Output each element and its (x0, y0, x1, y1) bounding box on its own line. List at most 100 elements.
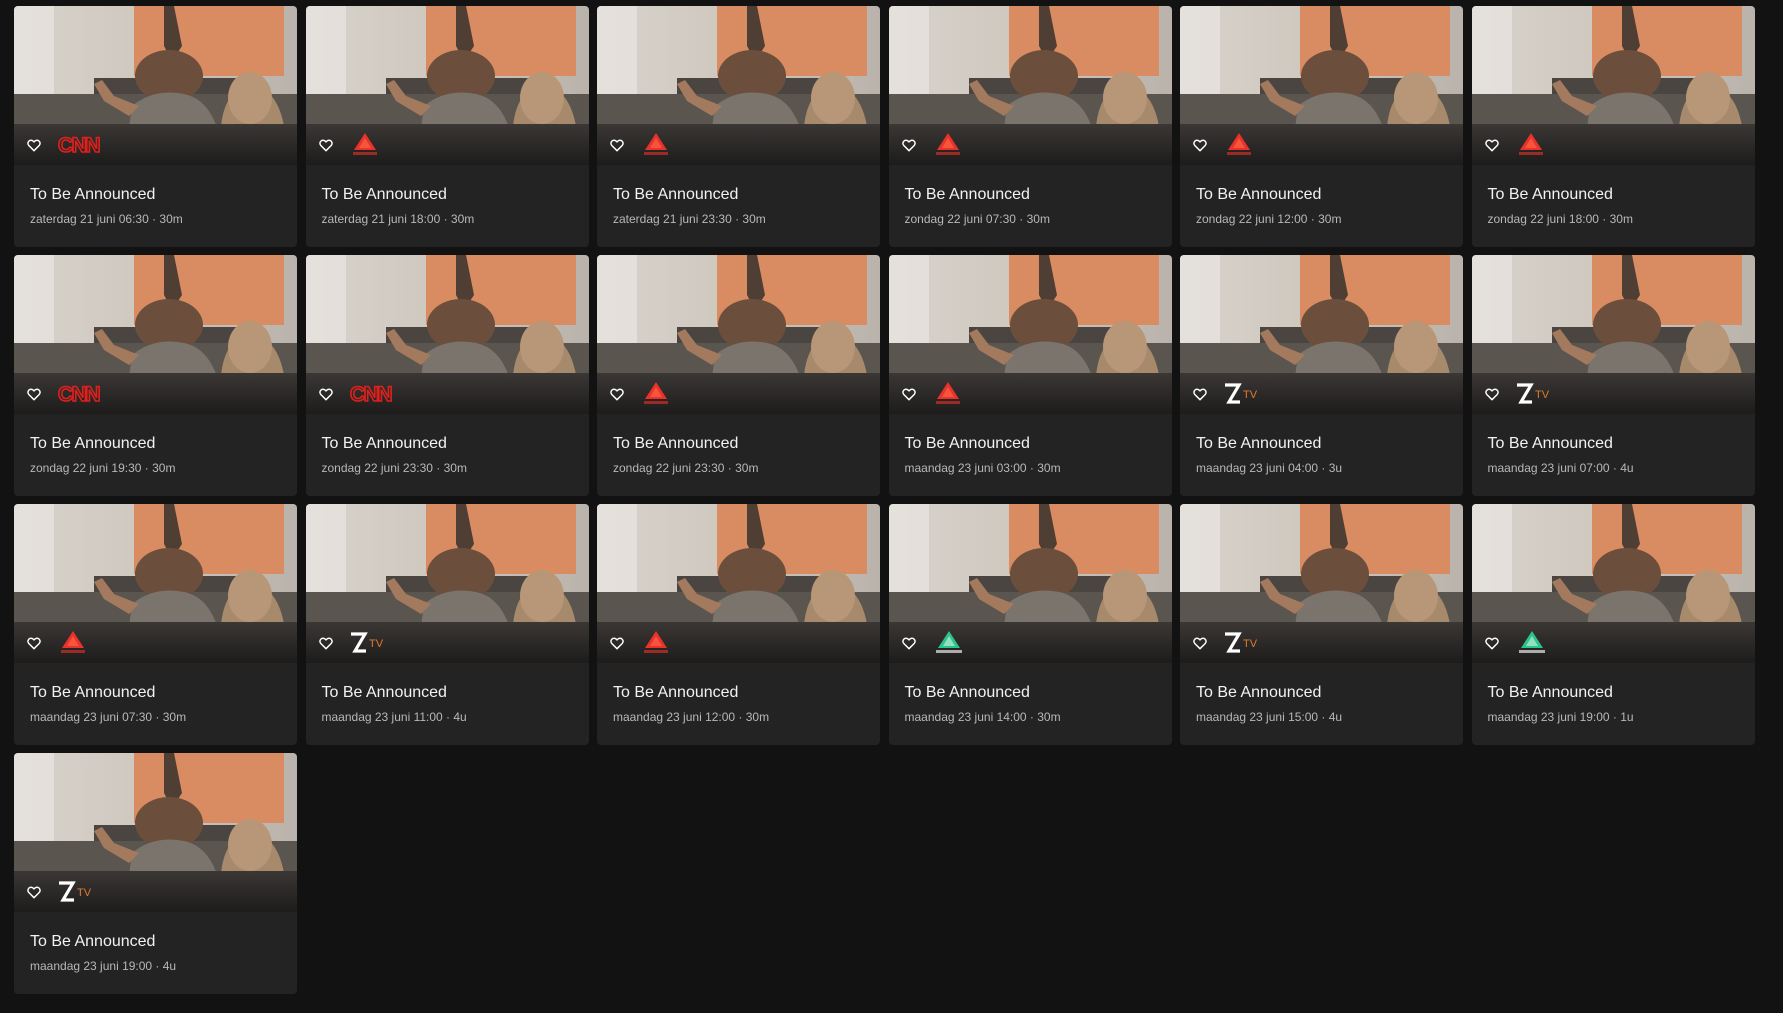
favorite-button[interactable] (22, 133, 46, 157)
program-card-5[interactable]: To Be Announced zondag 22 juni 12:00 · 3… (1180, 6, 1463, 247)
program-card-10[interactable]: To Be Announced maandag 23 juni 03:00 · … (888, 255, 1172, 496)
program-title: To Be Announced (1487, 435, 1613, 452)
program-thumbnail: TV (1180, 504, 1463, 663)
program-card-1[interactable]: CNN To Be Announced zaterdag 21 juni 06:… (14, 6, 297, 247)
favorite-button[interactable] (1188, 631, 1212, 655)
heart-outline-icon (27, 388, 41, 401)
favorite-button[interactable] (605, 631, 629, 655)
program-card-3[interactable]: To Be Announced zaterdag 21 juni 23:30 ·… (597, 6, 880, 247)
heart-outline-icon (27, 139, 41, 152)
program-schedule: zondag 22 juni 23:30 · 30m (321, 461, 467, 475)
program-schedule: maandag 23 juni 07:00 · 4u (1487, 461, 1634, 475)
ztv-logo: TV (1515, 380, 1555, 408)
utsav-plus-logo (1223, 131, 1255, 159)
favorite-button[interactable] (22, 631, 46, 655)
favorite-button[interactable] (1480, 382, 1504, 406)
program-schedule: maandag 23 juni 07:30 · 30m (30, 710, 187, 724)
program-schedule: maandag 23 juni 15:00 · 4u (1196, 710, 1343, 724)
favorite-button[interactable] (314, 133, 338, 157)
program-card-19[interactable]: TV To Be Announced maandag 23 juni 19:00… (14, 753, 297, 994)
heart-outline-icon (901, 637, 916, 650)
favorite-button[interactable] (314, 382, 338, 406)
favorite-button[interactable] (1480, 133, 1504, 157)
utsav-plus-logo (640, 629, 672, 657)
favorite-button[interactable] (22, 382, 46, 406)
favorite-button[interactable] (22, 880, 46, 904)
program-title: To Be Announced (1196, 435, 1322, 452)
program-card-14[interactable]: TV To Be Announced maandag 23 juni 11:00… (305, 504, 589, 745)
program-thumbnail (1180, 6, 1463, 165)
program-card-6[interactable]: To Be Announced zondag 22 juni 18:00 · 3… (1471, 6, 1755, 247)
program-card-16[interactable]: To Be Announced maandag 23 juni 14:00 · … (888, 504, 1172, 745)
program-thumbnail: TV (305, 504, 589, 663)
svg-text:CNN: CNN (58, 134, 99, 157)
favorite-button[interactable] (897, 631, 921, 655)
program-card-9[interactable]: To Be Announced zondag 22 juni 23:30 · 3… (597, 255, 880, 496)
favorite-button[interactable] (1480, 631, 1504, 655)
program-card-4[interactable]: To Be Announced zondag 22 juni 07:30 · 3… (888, 6, 1172, 247)
favorite-button[interactable] (1188, 133, 1212, 157)
favorite-button[interactable] (314, 631, 338, 655)
program-card-17[interactable]: TV To Be Announced maandag 23 juni 15:00… (1180, 504, 1463, 745)
program-thumbnail (1471, 6, 1755, 165)
program-title: To Be Announced (613, 435, 739, 452)
favorite-button[interactable] (897, 382, 921, 406)
heart-outline-icon (610, 139, 624, 152)
favorite-button[interactable] (605, 382, 629, 406)
program-thumbnail (597, 504, 880, 663)
program-card-12[interactable]: TV To Be Announced maandag 23 juni 07:00… (1471, 255, 1755, 496)
svg-text:TV: TV (1535, 389, 1550, 401)
program-card-15[interactable]: To Be Announced maandag 23 juni 12:00 · … (597, 504, 880, 745)
program-schedule: maandag 23 juni 03:00 · 30m (904, 461, 1061, 475)
program-thumbnail (597, 6, 880, 165)
utsav-plus-logo (640, 131, 672, 159)
program-title: To Be Announced (1487, 684, 1613, 701)
utsav-plus-logo (1515, 131, 1547, 159)
program-card-11[interactable]: TV To Be Announced maandag 23 juni 04:00… (1180, 255, 1463, 496)
program-schedule: zondag 22 juni 19:30 · 30m (30, 461, 176, 475)
program-card-2[interactable]: To Be Announced zaterdag 21 juni 18:00 ·… (305, 6, 589, 247)
program-card-18[interactable]: To Be Announced maandag 23 juni 19:00 · … (1471, 504, 1755, 745)
program-card-7[interactable]: CNN To Be Announced zondag 22 juni 19:30… (14, 255, 297, 496)
program-thumbnail: TV (1180, 255, 1463, 414)
svg-text:TV: TV (1243, 638, 1258, 650)
program-schedule: maandag 23 juni 12:00 · 30m (613, 710, 770, 724)
program-thumbnail (597, 255, 880, 414)
program-title: To Be Announced (904, 684, 1030, 701)
utsav-plus-logo (349, 131, 381, 159)
program-schedule: zondag 22 juni 18:00 · 30m (1487, 212, 1633, 226)
program-title: To Be Announced (1196, 684, 1322, 701)
program-thumbnail (888, 6, 1172, 165)
heart-outline-icon (1193, 637, 1207, 650)
program-schedule: zaterdag 21 juni 23:30 · 30m (613, 212, 766, 226)
program-grid: CNN To Be Announced zaterdag 21 juni 06:… (14, 6, 1755, 994)
favorite-button[interactable] (605, 133, 629, 157)
program-thumbnail: CNN (14, 6, 297, 165)
program-schedule: maandag 23 juni 04:00 · 3u (1196, 461, 1343, 475)
program-schedule: zaterdag 21 juni 06:30 · 30m (30, 212, 183, 226)
favorite-button[interactable] (1188, 382, 1212, 406)
program-title: To Be Announced (1487, 186, 1613, 203)
program-title: To Be Announced (321, 186, 447, 203)
svg-text:TV: TV (77, 887, 92, 899)
program-card-8[interactable]: CNN To Be Announced zondag 22 juni 23:30… (305, 255, 589, 496)
svg-text:CNN: CNN (58, 383, 99, 406)
heart-outline-icon (318, 139, 333, 152)
ztv-logo: TV (1223, 629, 1263, 657)
program-thumbnail (888, 255, 1172, 414)
program-thumbnail: CNN (14, 255, 297, 414)
program-title: To Be Announced (30, 933, 156, 950)
heart-outline-icon (27, 637, 41, 650)
utsav-plus-logo (640, 380, 672, 408)
ztv-logo: TV (57, 878, 97, 906)
cnn-logo: CNN (57, 131, 103, 159)
program-title: To Be Announced (904, 435, 1030, 452)
heart-outline-icon (1484, 139, 1499, 152)
favorite-button[interactable] (897, 133, 921, 157)
heart-outline-icon (27, 886, 41, 899)
heart-outline-icon (1193, 139, 1207, 152)
utsav-bharat-logo (932, 629, 966, 657)
program-card-13[interactable]: To Be Announced maandag 23 juni 07:30 · … (14, 504, 297, 745)
program-title: To Be Announced (30, 435, 156, 452)
utsav-bharat-logo (1515, 629, 1549, 657)
